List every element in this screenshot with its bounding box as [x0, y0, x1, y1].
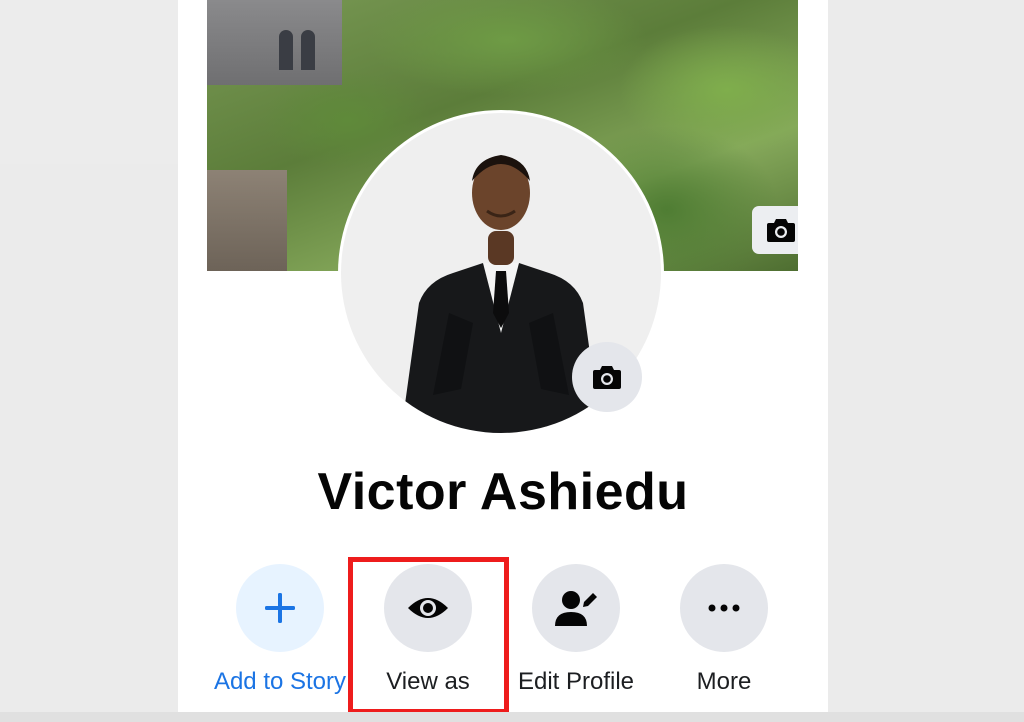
add-to-story-label: Add to Story: [213, 668, 347, 695]
highlight-box: [348, 557, 509, 714]
add-to-story-button[interactable]: Add to Story: [205, 564, 355, 696]
plus-icon: [265, 593, 295, 623]
camera-icon: [593, 366, 621, 389]
edit-profile-circle: [532, 564, 620, 652]
edit-profile-button[interactable]: Edit Profile: [501, 564, 651, 696]
edit-profile-label: Edit Profile: [517, 668, 635, 695]
more-label: More: [696, 668, 752, 695]
cover-camera-button[interactable]: [752, 206, 798, 254]
profile-name: Victor Ashiedu: [317, 463, 689, 521]
edit-profile-icon: [555, 591, 597, 626]
camera-icon: [766, 219, 795, 242]
more-dots-icon: [708, 604, 740, 612]
more-button[interactable]: More: [649, 564, 799, 696]
bottom-strip: [0, 712, 1024, 722]
avatar-camera-button[interactable]: [572, 342, 642, 412]
more-circle: [680, 564, 768, 652]
cover-building: [207, 0, 342, 85]
cover-stone-wall: [207, 170, 287, 271]
background-window-edge: [0, 0, 188, 164]
add-to-story-circle: [236, 564, 324, 652]
